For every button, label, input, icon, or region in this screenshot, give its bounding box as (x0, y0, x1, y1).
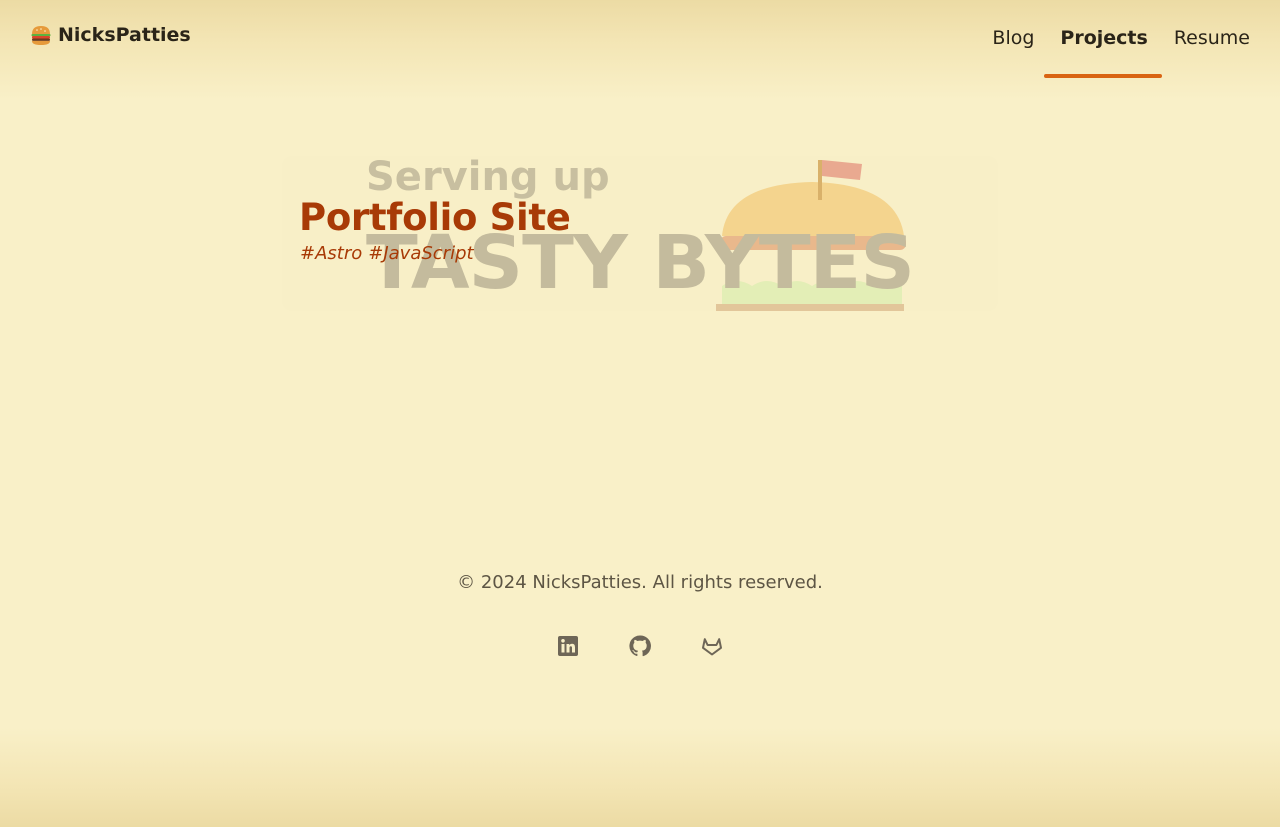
project-tags: #Astro #JavaScript (300, 243, 480, 264)
linkedin-icon (558, 636, 578, 656)
copyright-text: © 2024 NicksPatties. All rights reserved… (457, 572, 823, 593)
project-title: Portfolio Site (299, 196, 571, 239)
project-card[interactable]: Serving up TASTY BYTES Portfolio Site #A… (282, 156, 998, 311)
github-link[interactable] (628, 634, 652, 662)
burger-icon (30, 24, 52, 46)
gitlab-icon (702, 638, 722, 656)
tag-astro: #Astro (300, 243, 363, 264)
bottom-fade (0, 727, 1280, 827)
brand-home-link[interactable]: NicksPatties (30, 24, 191, 46)
nav-resume-link[interactable]: Resume (1161, 0, 1250, 76)
social-links (0, 634, 1280, 662)
github-icon (629, 635, 651, 657)
site-header: NicksPatties Blog Projects Resume (0, 0, 1280, 78)
brand-name: NicksPatties (58, 24, 191, 46)
main-nav: Blog Projects Resume (979, 0, 1250, 78)
thumbnail-serving-text: Serving up (366, 156, 610, 200)
nav-blog-link[interactable]: Blog (979, 0, 1047, 76)
linkedin-link[interactable] (556, 634, 580, 662)
site-footer: © 2024 NicksPatties. All rights reserved… (0, 570, 1280, 657)
gitlab-link[interactable] (700, 634, 724, 662)
nav-projects-link[interactable]: Projects (1044, 0, 1163, 78)
tag-javascript: #JavaScript (368, 243, 474, 264)
